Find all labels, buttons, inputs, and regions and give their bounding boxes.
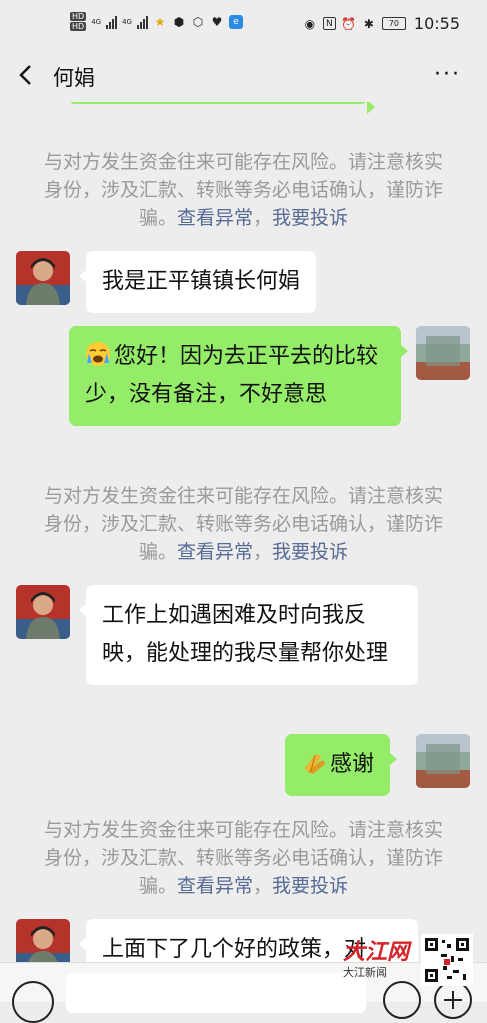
hd-badge: HD <box>70 12 87 21</box>
message-bubble[interactable]: 工作上如遇困难及时向我反映，能处理的我尽量帮你处理 <box>79 585 418 685</box>
message-bubble[interactable]: 我是正平镇镇长何娟 <box>78 251 317 313</box>
message-text: 您好！因为去正平去的比较少，没有备注，不好意思 <box>85 344 379 407</box>
message-input[interactable] <box>66 973 366 1013</box>
message-bubble[interactable]: 感谢 <box>285 734 398 796</box>
report-link[interactable]: 我要投诉 <box>272 875 348 897</box>
notice-separator: ， <box>253 207 273 229</box>
voice-icon[interactable] <box>12 981 54 1023</box>
contact-avatar[interactable] <box>16 251 70 305</box>
app-blue-icon: e <box>228 14 243 29</box>
app-icon: ⬡ <box>192 14 204 29</box>
hd-badge: HD <box>70 22 87 31</box>
signal-icon <box>106 15 118 29</box>
status-left: HD HD 4G 4G ★ ⬢ ⬡ ♥ e <box>70 12 243 31</box>
contact-avatar[interactable] <box>16 919 70 962</box>
risk-notice: 与对方发生资金往来可能存在风险。请注意核实身份，涉及汇款、转账等务必电话确认，谨… <box>38 816 449 900</box>
check-abnormal-link[interactable]: 查看异常 <box>177 541 253 563</box>
message-list[interactable]: 与对方发生资金往来可能存在风险。请注意核实身份，涉及汇款、转账等务必电话确认，谨… <box>0 102 487 962</box>
crying-face-icon <box>86 342 110 366</box>
folded-hands-icon <box>304 754 325 774</box>
message-bubble-partial <box>68 102 375 114</box>
message-text: 感谢 <box>330 752 375 777</box>
report-link[interactable]: 我要投诉 <box>272 207 348 229</box>
nfc-icon: N <box>322 17 336 30</box>
self-avatar[interactable] <box>416 734 470 788</box>
risk-notice: 与对方发生资金往来可能存在风险。请注意核实身份，涉及汇款、转账等务必电话确认，谨… <box>38 482 449 566</box>
message-bubble[interactable]: 您好！因为去正平去的比较少，没有备注，不好意思 <box>69 326 408 426</box>
signal-icon <box>136 15 148 29</box>
chat-header: 何娟 ··· <box>0 50 487 102</box>
back-arrow-icon[interactable] <box>14 62 40 88</box>
clock: 10:55 <box>413 14 460 33</box>
self-avatar[interactable] <box>416 326 470 380</box>
notice-separator: ， <box>253 541 273 563</box>
network-label: 4G <box>91 17 102 26</box>
report-link[interactable]: 我要投诉 <box>272 541 348 563</box>
notice-separator: ， <box>253 875 273 897</box>
watermark-sub: 大江新闻 <box>343 966 387 979</box>
shield-icon: ⬢ <box>173 14 185 29</box>
risk-notice: 与对方发生资金往来可能存在风险。请注意核实身份，涉及汇款、转账等务必电话确认，谨… <box>38 148 449 232</box>
star-icon: ★ <box>154 14 166 29</box>
contact-avatar[interactable] <box>16 585 70 639</box>
more-icon[interactable]: ··· <box>434 64 461 86</box>
check-abnormal-link[interactable]: 查看异常 <box>177 875 253 897</box>
bluetooth-icon: ✱ <box>363 16 374 31</box>
watermark-brand: 大江网 <box>343 939 410 965</box>
watermark: 大江网 大江新闻 <box>343 928 483 998</box>
heart-icon: ♥ <box>211 14 223 29</box>
eye-icon: ◉ <box>304 16 316 31</box>
battery-icon: 70 <box>381 17 406 30</box>
qr-code-icon <box>421 934 473 986</box>
message-text: 工作上如遇困难及时向我反映，能处理的我尽量帮你处理 <box>102 603 389 666</box>
message-text: 上面下了几个好的政策，对 <box>102 937 367 962</box>
message-text: 我是正平镇镇长何娟 <box>102 269 301 294</box>
check-abnormal-link[interactable]: 查看异常 <box>177 207 253 229</box>
status-bar: HD HD 4G 4G ★ ⬢ ⬡ ♥ e ◉ N ⏰ ✱ 70 10:55 <box>0 0 487 50</box>
network-label: 4G <box>122 17 132 26</box>
chat-title: 何娟 <box>53 66 95 90</box>
status-right: ◉ N ⏰ ✱ 70 10:55 <box>303 14 460 33</box>
alarm-icon: ⏰ <box>341 16 357 31</box>
